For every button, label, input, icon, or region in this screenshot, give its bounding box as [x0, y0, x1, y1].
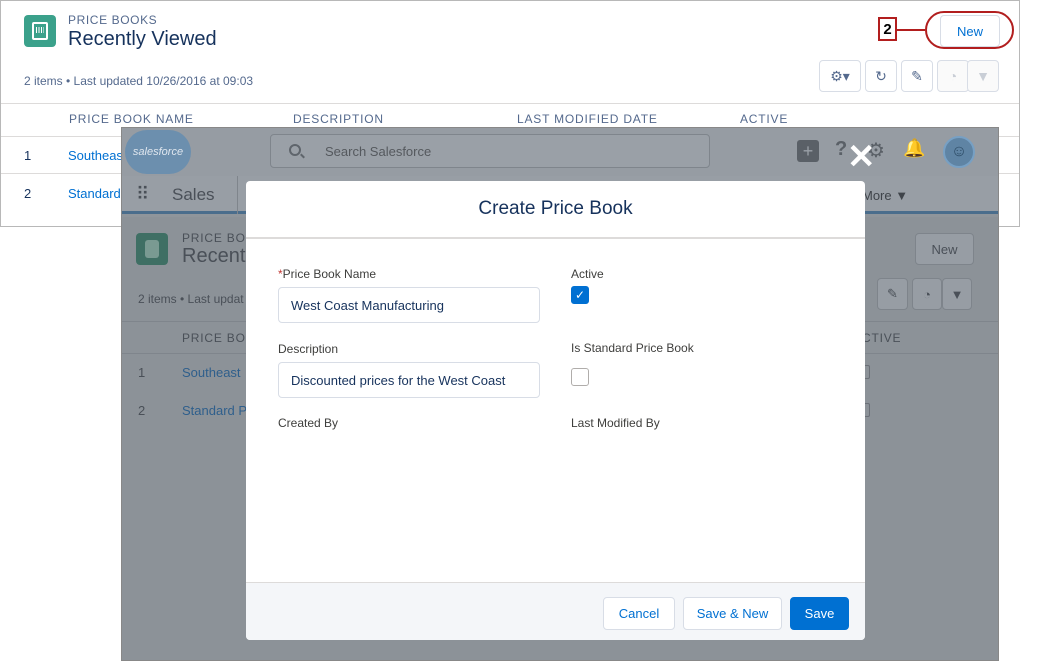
search-placeholder: Search Salesforce [325, 144, 432, 159]
active-label: Active [571, 267, 604, 281]
more-nav-menu[interactable]: More ▼ [862, 188, 908, 203]
settings-menu-icon[interactable]: ⚙▾ [819, 60, 861, 92]
price-book-icon [136, 233, 168, 265]
callout-connector [897, 29, 925, 31]
callout-number: 2 [878, 17, 897, 41]
column-header-description[interactable]: DESCRIPTION [293, 112, 384, 126]
divider [1, 103, 1019, 104]
created-by-label: Created By [278, 416, 339, 430]
new-button[interactable]: New [915, 233, 974, 265]
active-checkbox[interactable]: ✓ [571, 286, 589, 304]
cancel-button[interactable]: Cancel [603, 597, 675, 630]
price-book-name-input[interactable]: West Coast Manufacturing [278, 287, 540, 323]
create-price-book-modal: Create Price Book *Price Book Name West … [246, 181, 865, 640]
price-book-name-label-text: Price Book Name [282, 267, 377, 281]
filter-icon[interactable]: ▼ [967, 60, 999, 92]
refresh-icon[interactable]: ↻ [865, 60, 897, 92]
search-icon [289, 144, 301, 156]
object-eyebrow: PRICE BOOKS [68, 13, 158, 27]
callout-highlight-ring [925, 11, 1014, 49]
modal-footer: Cancel Save & New Save [246, 582, 865, 640]
price-book-link[interactable]: Standard [68, 186, 121, 201]
list-meta-status: 2 items • Last updat [138, 292, 244, 306]
list-view-title[interactable]: Recently Viewed [68, 28, 217, 51]
price-book-link[interactable]: Southeas [68, 148, 123, 163]
save-and-new-button[interactable]: Save & New [683, 597, 782, 630]
price-book-name-label: *Price Book Name [278, 267, 376, 281]
column-header-active[interactable]: ACTIVE [740, 112, 788, 126]
save-button[interactable]: Save [790, 597, 849, 630]
notifications-bell-icon[interactable]: 🔔 [903, 138, 925, 159]
row-number: 2 [24, 186, 32, 201]
price-book-icon [24, 15, 56, 47]
user-avatar[interactable]: ☺ [943, 136, 975, 168]
global-search-input[interactable]: Search Salesforce [270, 134, 710, 168]
column-header-name: PRICE BOO [182, 331, 256, 345]
description-input[interactable]: Discounted prices for the West Coast [278, 362, 540, 398]
edit-icon[interactable]: ✎ [877, 278, 908, 310]
description-label: Description [278, 342, 339, 356]
list-meta-status: 2 items • Last updated 10/26/2016 at 09:… [24, 74, 254, 88]
app-name: Sales [172, 185, 215, 204]
global-header: salesforce Search Salesforce + ? ⚙ 🔔 ☺ ✕ [122, 128, 998, 176]
app-launcher-icon[interactable]: ⠿ [136, 184, 150, 205]
modal-title: Create Price Book [246, 181, 865, 239]
standard-price-book-checkbox[interactable] [571, 368, 589, 386]
chart-icon[interactable]: ◔ [912, 278, 942, 310]
list-view-title: Recent [182, 245, 246, 267]
row-number: 1 [138, 365, 146, 380]
row-number: 1 [24, 148, 32, 163]
column-header-last-modified[interactable]: LAST MODIFIED DATE [517, 112, 658, 126]
salesforce-logo: salesforce [125, 130, 191, 174]
nav-divider [237, 176, 238, 214]
column-header-active: CTIVE [862, 331, 902, 345]
filter-icon[interactable]: ▼ [942, 278, 972, 310]
last-modified-by-label: Last Modified By [571, 416, 660, 430]
chart-icon[interactable]: ◔ [937, 60, 969, 92]
close-icon[interactable]: ✕ [847, 140, 876, 174]
standard-price-book-label: Is Standard Price Book [571, 341, 694, 355]
edit-icon[interactable]: ✎ [901, 60, 933, 92]
row-number: 2 [138, 403, 146, 418]
add-icon[interactable]: + [797, 140, 819, 162]
column-header-name[interactable]: PRICE BOOK NAME [69, 112, 194, 126]
object-eyebrow: PRICE BOO [182, 231, 256, 245]
price-book-link: Southeast [182, 365, 241, 380]
price-book-link: Standard P [182, 403, 248, 418]
help-icon[interactable]: ? [835, 138, 847, 161]
